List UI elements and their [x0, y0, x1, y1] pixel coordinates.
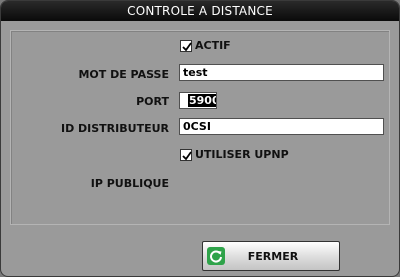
password-field[interactable]: test [179, 64, 384, 81]
upnp-checkbox-box[interactable] [180, 148, 192, 161]
password-label: MOT DE PASSE [78, 68, 169, 81]
close-button[interactable]: FERMER [202, 241, 340, 271]
upnp-checkbox[interactable]: UTILISER UPNP [180, 148, 289, 161]
public-ip-label: IP PUBLIQUE [90, 177, 169, 190]
distributor-id-label: ID DISTRIBUTEUR [60, 122, 169, 135]
check-icon [182, 150, 192, 160]
port-value: 5900 [188, 94, 216, 107]
upnp-label: UTILISER UPNP [195, 148, 289, 161]
port-field[interactable]: 5900 [179, 92, 217, 109]
port-label: PORT [136, 95, 169, 108]
refresh-icon [207, 247, 225, 265]
close-button-label: FERMER [247, 249, 299, 263]
actif-label: ACTIF [195, 39, 231, 52]
check-icon [182, 41, 192, 51]
remote-control-dialog: CONTROLE A DISTANCE ACTIF MOT DE PASSE t… [0, 0, 400, 277]
actif-checkbox[interactable]: ACTIF [180, 39, 231, 52]
dialog-title: CONTROLE A DISTANCE [1, 1, 399, 21]
distributor-id-field[interactable]: 0CSI [179, 118, 384, 135]
actif-checkbox-box[interactable] [180, 39, 192, 52]
